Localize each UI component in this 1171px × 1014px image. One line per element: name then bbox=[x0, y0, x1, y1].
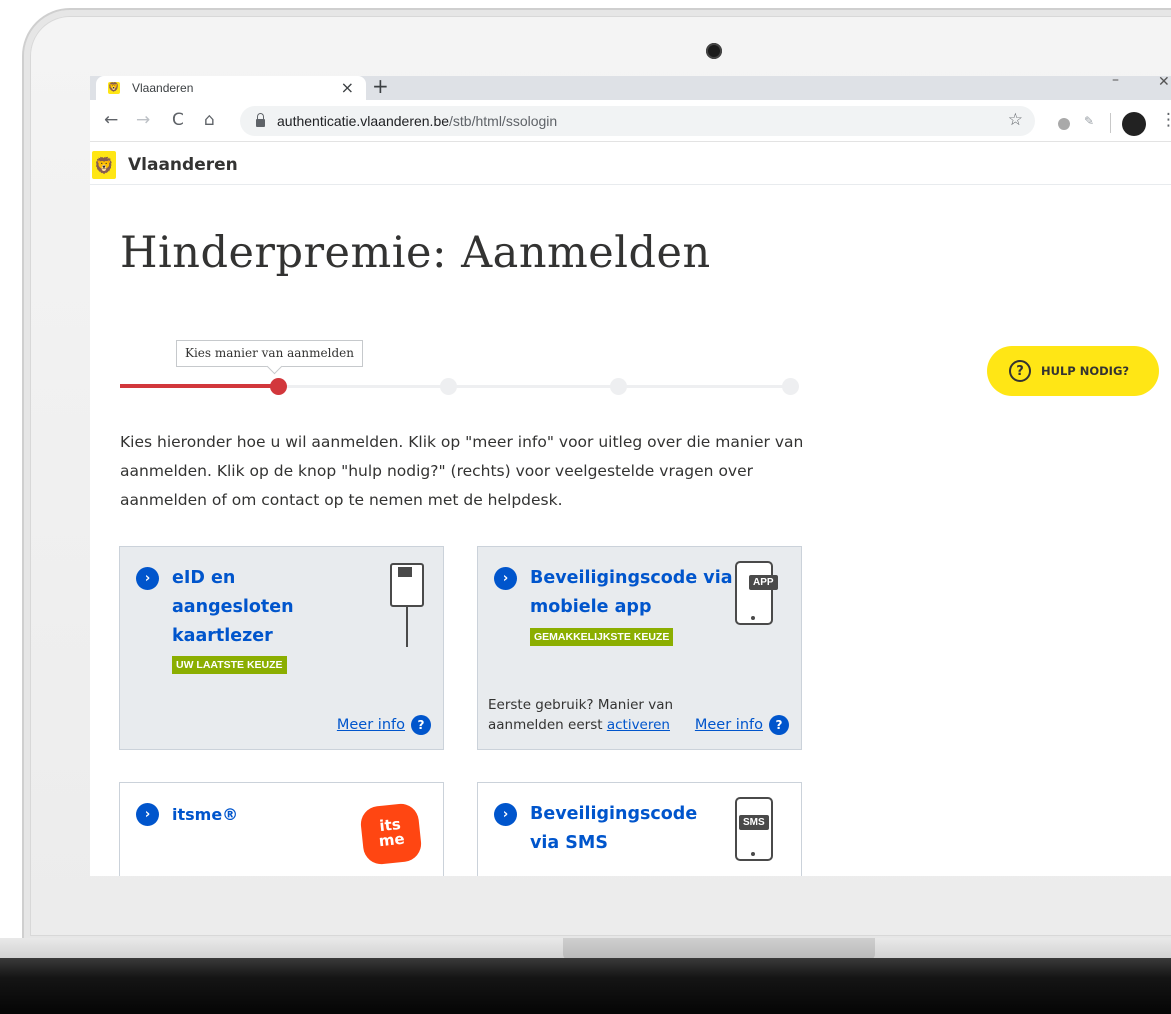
progress-step-2 bbox=[440, 378, 457, 395]
window-minimize-button[interactable]: – bbox=[1112, 76, 1119, 88]
toolbar-divider bbox=[1110, 113, 1111, 133]
browser-window: 🦁 Vlaanderen × + – ✕ ← → C ⌂ authenticat… bbox=[90, 76, 1171, 876]
new-tab-button[interactable]: + bbox=[372, 76, 389, 98]
question-icon[interactable]: ? bbox=[411, 715, 431, 735]
question-circle-icon: ? bbox=[1009, 360, 1031, 382]
activate-link[interactable]: activeren bbox=[607, 717, 670, 733]
meer-info-label[interactable]: Meer info bbox=[337, 717, 405, 733]
progress-step-1 bbox=[270, 378, 287, 395]
browser-tab[interactable]: 🦁 Vlaanderen × bbox=[96, 76, 366, 100]
login-option-app-card[interactable]: › Beveiligingscode via mobiele app GEMAK… bbox=[477, 546, 802, 750]
url-text[interactable]: authenticatie.vlaanderen.be/stb/html/sso… bbox=[277, 113, 557, 129]
site-header: 🦁 Vlaanderen bbox=[90, 143, 1171, 185]
step-tooltip: Kies manier van aanmelden bbox=[176, 340, 363, 367]
extension-icon-2[interactable]: ✎ bbox=[1084, 114, 1094, 128]
browser-menu-icon[interactable]: ⋮ bbox=[1160, 110, 1171, 130]
status-badge: GEMAKKELIJKSTE KEUZE bbox=[530, 628, 674, 646]
extension-icon[interactable] bbox=[1058, 118, 1070, 130]
activation-note: Eerste gebruik? Manier van aanmelden eer… bbox=[488, 695, 678, 735]
tab-title: Vlaanderen bbox=[132, 81, 194, 95]
card-reader-icon bbox=[390, 563, 424, 647]
sms-tag: SMS bbox=[739, 815, 769, 830]
card-title[interactable]: eID en aangesloten kaartlezer bbox=[172, 564, 342, 651]
progress-step-3 bbox=[610, 378, 627, 395]
home-icon[interactable]: ⌂ bbox=[204, 110, 215, 130]
login-option-sms-card[interactable]: › Beveiligingscode via SMS SMS bbox=[477, 782, 802, 876]
status-badge: UW LAATSTE KEUZE bbox=[172, 656, 287, 674]
meer-info-label[interactable]: Meer info bbox=[695, 717, 763, 733]
browser-toolbar: ← → C ⌂ authenticatie.vlaanderen.be/stb/… bbox=[90, 100, 1171, 142]
login-option-eid-card[interactable]: › eID en aangesloten kaartlezer UW LAATS… bbox=[119, 546, 444, 750]
bookmark-star-icon[interactable]: ☆ bbox=[1008, 110, 1023, 130]
tab-close-icon[interactable]: × bbox=[341, 78, 354, 97]
vlaanderen-favicon-icon: 🦁 bbox=[108, 82, 120, 94]
app-tag: APP bbox=[749, 575, 778, 590]
chevron-right-icon: › bbox=[136, 567, 159, 590]
meer-info-link[interactable]: Meer info ? bbox=[337, 715, 431, 735]
window-close-button[interactable]: ✕ bbox=[1158, 76, 1170, 90]
card-title[interactable]: Beveiligingscode via SMS bbox=[530, 800, 700, 858]
page-title: Hinderpremie: Aanmelden bbox=[120, 228, 711, 278]
progress-step-4 bbox=[782, 378, 799, 395]
forward-arrow-icon[interactable]: → bbox=[136, 110, 150, 130]
chevron-right-icon: › bbox=[136, 803, 159, 826]
back-arrow-icon[interactable]: ← bbox=[104, 110, 118, 130]
laptop-base-bottom bbox=[0, 958, 1171, 1014]
meer-info-link[interactable]: Meer info ? bbox=[695, 715, 789, 735]
profile-avatar[interactable] bbox=[1122, 112, 1146, 136]
card-title[interactable]: itsme® bbox=[172, 800, 238, 829]
itsme-logo: its me bbox=[359, 802, 423, 866]
lock-icon[interactable] bbox=[256, 113, 265, 127]
address-bar[interactable]: authenticatie.vlaanderen.be/stb/html/sso… bbox=[240, 106, 1035, 136]
url-host: authenticatie.vlaanderen.be bbox=[277, 113, 450, 129]
question-icon[interactable]: ? bbox=[769, 715, 789, 735]
reload-icon[interactable]: C bbox=[172, 110, 184, 130]
progress-fill bbox=[120, 384, 280, 388]
phone-app-icon: APP bbox=[735, 561, 778, 625]
tab-bar: 🦁 Vlaanderen × + – ✕ bbox=[90, 76, 1171, 100]
help-button[interactable]: ? HULP NODIG? bbox=[987, 346, 1159, 396]
vlaanderen-lion-logo[interactable]: 🦁 bbox=[92, 151, 116, 179]
url-path: /stb/html/ssologin bbox=[449, 113, 558, 129]
chevron-right-icon: › bbox=[494, 567, 517, 590]
laptop-hinge bbox=[563, 938, 875, 960]
login-option-itsme-card[interactable]: › itsme® its me bbox=[119, 782, 444, 876]
intro-text: Kies hieronder hoe u wil aanmelden. Klik… bbox=[120, 433, 804, 509]
phone-sms-icon: SMS bbox=[735, 797, 773, 861]
webcam bbox=[706, 43, 722, 59]
chevron-right-icon: › bbox=[494, 803, 517, 826]
site-name[interactable]: Vlaanderen bbox=[128, 155, 238, 175]
help-button-label: HULP NODIG? bbox=[1041, 364, 1130, 378]
card-title[interactable]: Beveiligingscode via mobiele app bbox=[530, 564, 740, 622]
